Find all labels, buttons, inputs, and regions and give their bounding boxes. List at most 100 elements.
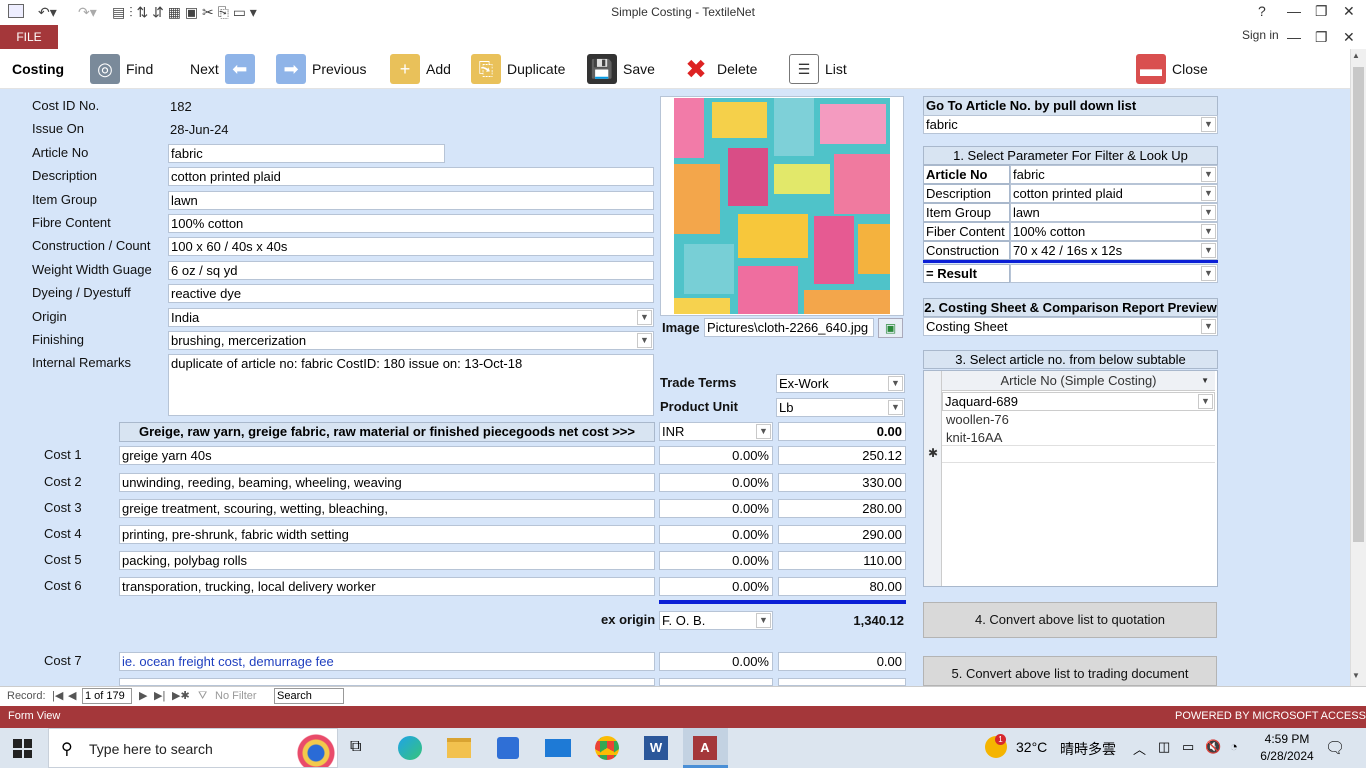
currency-select[interactable]: INR ▼ xyxy=(659,422,773,441)
convert-trading-button[interactable]: 5. Convert above list to trading documen… xyxy=(923,656,1217,686)
save-button[interactable]: 💾 Save xyxy=(587,52,655,86)
chevron-down-icon[interactable]: ▼ xyxy=(1201,186,1216,201)
ex-origin-select[interactable]: F. O. B. ▼ xyxy=(659,611,773,630)
ribbon-close-icon[interactable]: ✕ xyxy=(1343,29,1355,46)
chrome-icon[interactable] xyxy=(595,736,619,760)
insert-image-icon[interactable]: ▣ xyxy=(878,318,903,338)
last-record-icon[interactable]: ▶| xyxy=(154,689,165,702)
chevron-down-icon[interactable]: ▼ xyxy=(1201,205,1216,220)
prev-record-icon[interactable]: ◀ xyxy=(68,689,76,702)
duplicate-button[interactable]: ⎘ Duplicate xyxy=(471,52,565,86)
sort-dropdown-icon[interactable]: ▼ xyxy=(1201,371,1209,390)
article-field[interactable]: fabric xyxy=(168,144,445,163)
cost6-pct[interactable]: 0.00% xyxy=(659,577,773,596)
convert-quotation-button[interactable]: 4. Convert above list to quotation xyxy=(923,602,1217,638)
result-select[interactable]: ▼ xyxy=(1010,264,1218,283)
cost2-desc[interactable]: unwinding, reeding, beaming, wheeling, w… xyxy=(119,473,655,492)
cost8-value-partial[interactable] xyxy=(778,678,906,686)
chevron-down-icon[interactable]: ▼ xyxy=(888,400,903,415)
product-unit-select[interactable]: Lb ▼ xyxy=(776,398,905,417)
cost5-pct[interactable]: 0.00% xyxy=(659,551,773,570)
filter-fiber-select[interactable]: 100% cotton ▼ xyxy=(1010,222,1218,241)
add-button[interactable]: + Add xyxy=(390,52,451,86)
cost6-desc[interactable]: transporation, trucking, local delivery … xyxy=(119,577,655,596)
previous-button[interactable]: ➡ Previous xyxy=(276,52,366,86)
chevron-down-icon[interactable]: ▼ xyxy=(637,333,652,348)
chevron-down-icon[interactable]: ▼ xyxy=(637,310,652,325)
goto-select[interactable]: fabric ▼ xyxy=(923,115,1218,134)
first-record-icon[interactable]: |◀ xyxy=(52,689,63,702)
cost1-value[interactable]: 250.12 xyxy=(778,446,906,465)
new-record-nav-icon[interactable]: ▶✱ xyxy=(172,689,190,702)
cost7-pct[interactable]: 0.00% xyxy=(659,652,773,671)
form-scrollbar[interactable]: ▲ ▼ xyxy=(1350,49,1366,686)
chevron-down-icon[interactable]: ▼ xyxy=(1198,394,1213,409)
sign-in-link[interactable]: Sign in xyxy=(1242,28,1279,42)
cost6-value[interactable]: 80.00 xyxy=(778,577,906,596)
next-button[interactable]: Next ⬅ xyxy=(190,52,255,86)
origin-select[interactable]: India ▼ xyxy=(168,308,654,327)
clock-date[interactable]: 6/28/2024 xyxy=(1257,749,1317,763)
ribbon-restore-icon[interactable]: ❐ xyxy=(1315,29,1328,46)
scroll-up-icon[interactable]: ▲ xyxy=(1352,51,1360,60)
cost3-value[interactable]: 280.00 xyxy=(778,499,906,518)
wifi-icon[interactable]: ◔ xyxy=(1230,739,1238,754)
subtable-row[interactable]: woollen-76 xyxy=(946,412,1009,427)
cost1-pct[interactable]: 0.00% xyxy=(659,446,773,465)
help-icon[interactable]: ? xyxy=(1258,3,1266,19)
scroll-down-icon[interactable]: ▼ xyxy=(1352,671,1360,680)
base-cost-field[interactable]: 0.00 xyxy=(778,422,906,441)
windows-start-icon[interactable] xyxy=(13,739,32,758)
scroll-thumb[interactable] xyxy=(1353,67,1364,542)
tray-chevron-icon[interactable]: ︿ xyxy=(1133,739,1146,758)
word-icon[interactable]: W xyxy=(644,736,668,760)
taskbar-search-box[interactable]: ⚲ Type here to search xyxy=(48,728,338,768)
cost2-pct[interactable]: 0.00% xyxy=(659,473,773,492)
speaker-mute-icon[interactable]: 🔇 xyxy=(1205,739,1221,755)
fibre-field[interactable]: 100% cotton xyxy=(168,214,654,233)
cost1-desc[interactable]: greige yarn 40s xyxy=(119,446,655,465)
cost4-value[interactable]: 290.00 xyxy=(778,525,906,544)
file-tab[interactable]: FILE xyxy=(0,25,58,49)
cost8-desc-partial[interactable] xyxy=(119,678,655,686)
chevron-down-icon[interactable]: ▼ xyxy=(756,613,771,628)
record-position-field[interactable]: 1 of 179 xyxy=(82,688,132,704)
cost2-value[interactable]: 330.00 xyxy=(778,473,906,492)
subtable-column-header[interactable]: Article No (Simple Costing) ▼ xyxy=(942,371,1215,391)
chevron-down-icon[interactable]: ▼ xyxy=(1201,319,1216,334)
restore-icon[interactable]: ❐ xyxy=(1315,3,1328,20)
access-taskbar-item[interactable]: A xyxy=(683,728,728,768)
notification-icon[interactable]: 🗨 xyxy=(1325,738,1345,758)
clock-time[interactable]: 4:59 PM xyxy=(1257,732,1317,746)
chevron-down-icon[interactable]: ▼ xyxy=(756,424,771,439)
weather-text[interactable]: 晴時多雲 xyxy=(1060,739,1116,759)
close-button[interactable]: ▬ Close xyxy=(1136,52,1208,86)
sheet-select[interactable]: Costing Sheet ▼ xyxy=(923,317,1218,336)
item-group-field[interactable]: lawn xyxy=(168,191,654,210)
new-record-icon[interactable]: ✱ xyxy=(924,446,942,460)
temperature[interactable]: 32°C xyxy=(1016,739,1047,755)
subtable-row[interactable]: knit-16AA xyxy=(946,430,1002,445)
task-view-icon[interactable]: ⧉ xyxy=(350,738,361,756)
subtable-row[interactable]: Jaquard-689 ▼ xyxy=(942,392,1215,411)
list-button[interactable]: ☰ List xyxy=(789,52,847,86)
cost5-value[interactable]: 110.00 xyxy=(778,551,906,570)
weight-field[interactable]: 6 oz / sq yd xyxy=(168,261,654,280)
finishing-select[interactable]: brushing, mercerization ▼ xyxy=(168,331,654,350)
chevron-down-icon[interactable]: ▼ xyxy=(1201,266,1216,281)
trade-terms-select[interactable]: Ex-Work ▼ xyxy=(776,374,905,393)
cost3-desc[interactable]: greige treatment, scouring, wetting, ble… xyxy=(119,499,655,518)
image-path-field[interactable]: Pictures\cloth-2266_640.jpg xyxy=(704,318,874,337)
cost3-pct[interactable]: 0.00% xyxy=(659,499,773,518)
cost7-desc[interactable]: ie. ocean freight cost, demurrage fee xyxy=(119,652,655,671)
filter-description-select[interactable]: cotton printed plaid ▼ xyxy=(1010,184,1218,203)
edge-icon[interactable] xyxy=(398,736,422,760)
chevron-down-icon[interactable]: ▼ xyxy=(1201,167,1216,182)
chevron-down-icon[interactable]: ▼ xyxy=(888,376,903,391)
filter-article-select[interactable]: fabric ▼ xyxy=(1010,165,1218,184)
filter-itemgroup-select[interactable]: lawn ▼ xyxy=(1010,203,1218,222)
close-window-icon[interactable]: ✕ xyxy=(1343,3,1355,20)
find-button[interactable]: ◎ Find xyxy=(90,52,153,86)
record-search-input[interactable]: Search xyxy=(274,688,344,704)
cost8-pct-partial[interactable] xyxy=(659,678,773,686)
